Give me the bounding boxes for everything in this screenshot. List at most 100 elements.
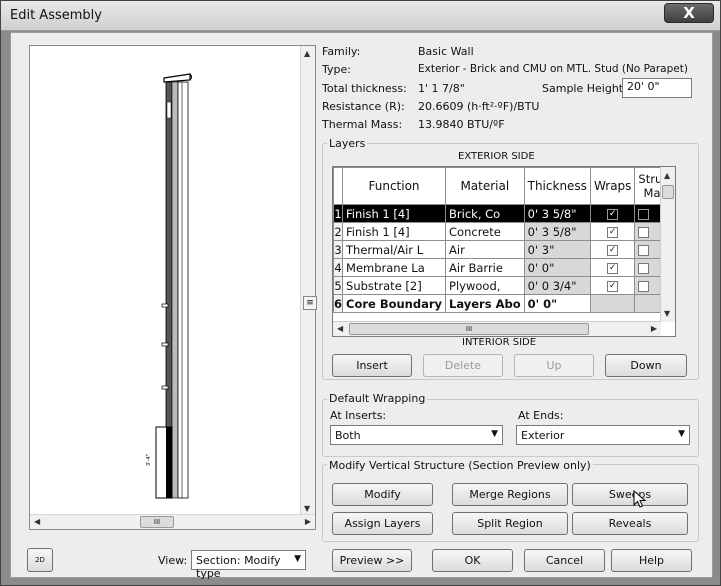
row-number-header bbox=[333, 167, 344, 205]
layer-material-cell[interactable]: Plywood, bbox=[445, 276, 525, 295]
sweeps-button[interactable]: Sweeps bbox=[572, 483, 688, 506]
dropdown-arrow-icon: ▼ bbox=[491, 429, 498, 439]
total-thickness-value: 1' 1 7/8" bbox=[418, 82, 465, 95]
layer-function-cell[interactable]: Thermal/Air L bbox=[342, 240, 447, 259]
structural-material-checkbox[interactable] bbox=[638, 280, 650, 292]
zoom-2d-icon[interactable]: 2D bbox=[27, 548, 53, 572]
layer-material-cell[interactable]: Air bbox=[445, 240, 525, 259]
dialog-title: Edit Assembly bbox=[10, 8, 102, 23]
view-dropdown[interactable]: Section: Modify type ▼ bbox=[191, 550, 306, 580]
layer-thickness-cell[interactable]: 0' 0" bbox=[523, 258, 591, 277]
thermal-mass-value: 13.9840 BTU/ºF bbox=[418, 118, 505, 131]
layer-thickness-cell[interactable]: 0' 3 5/8" bbox=[523, 204, 591, 223]
section-preview-pane[interactable]: 3'-4" ▲ ▼ ◀ III ▶ bbox=[29, 45, 316, 530]
scroll-left-arrow-icon[interactable]: ◀ bbox=[337, 324, 343, 333]
layer-wraps-cell[interactable]: ✓ bbox=[589, 222, 636, 241]
layer-function-cell[interactable]: Finish 1 [4] bbox=[342, 204, 447, 223]
wraps-checkbox[interactable]: ✓ bbox=[607, 208, 619, 220]
reveals-button[interactable]: Reveals bbox=[572, 512, 688, 535]
resistance-label: Resistance (R): bbox=[322, 100, 405, 113]
layer-row-number[interactable]: 4 bbox=[333, 258, 344, 277]
structural-material-checkbox[interactable] bbox=[638, 244, 650, 256]
close-button[interactable]: X bbox=[664, 3, 714, 23]
layer-function-cell[interactable]: Membrane La bbox=[342, 258, 447, 277]
layer-thickness-cell[interactable]: 0' 3 5/8" bbox=[523, 222, 591, 241]
wraps-checkbox[interactable]: ✓ bbox=[607, 280, 619, 292]
scroll-down-arrow-icon[interactable]: ▼ bbox=[664, 309, 670, 318]
preview-toggle-button[interactable]: Preview >> bbox=[332, 549, 412, 572]
table-row[interactable]: 3 Thermal/Air L Air 0' 3" ✓ bbox=[333, 240, 675, 259]
layer-row-number[interactable]: 3 bbox=[333, 240, 344, 259]
scroll-right-arrow-icon[interactable]: ▶ bbox=[651, 324, 657, 333]
layers-vertical-scrollbar[interactable]: ▲ ▼ bbox=[660, 167, 675, 322]
column-header-material[interactable]: Material bbox=[445, 167, 525, 205]
wraps-checkbox[interactable]: ✓ bbox=[607, 226, 619, 238]
table-row[interactable]: 5 Substrate [2] Plywood, 0' 0 3/4" ✓ bbox=[333, 276, 675, 295]
merge-regions-button[interactable]: Merge Regions bbox=[452, 483, 568, 506]
table-row[interactable]: 2 Finish 1 [4] Concrete 0' 3 5/8" ✓ bbox=[333, 222, 675, 241]
table-row[interactable]: 6 Core Boundary Layers Abo 0' 0" bbox=[333, 294, 675, 313]
modify-button[interactable]: Modify bbox=[332, 483, 433, 506]
layer-wraps-cell[interactable]: ✓ bbox=[589, 258, 636, 277]
layer-thickness-cell[interactable]: 0' 0" bbox=[523, 294, 591, 313]
layer-material-cell[interactable]: Layers Abo bbox=[445, 294, 525, 313]
layer-thickness-cell[interactable]: 0' 0 3/4" bbox=[523, 276, 591, 295]
scroll-up-arrow-icon[interactable]: ▲ bbox=[664, 171, 670, 180]
scroll-up-arrow-icon[interactable]: ▲ bbox=[304, 49, 310, 58]
layer-wraps-cell[interactable] bbox=[589, 294, 636, 313]
family-value: Basic Wall bbox=[418, 45, 474, 58]
layer-wraps-cell[interactable]: ✓ bbox=[589, 276, 636, 295]
scroll-down-arrow-icon[interactable]: ▼ bbox=[304, 504, 310, 513]
layers-table[interactable]: Function Material Thickness Wraps Struct… bbox=[332, 166, 676, 337]
sample-height-label: Sample Height: bbox=[542, 82, 627, 95]
delete-button[interactable]: Delete bbox=[423, 354, 503, 377]
assign-layers-button[interactable]: Assign Layers bbox=[332, 512, 433, 535]
layer-wraps-cell[interactable]: ✓ bbox=[589, 240, 636, 259]
svg-text:3'-4": 3'-4" bbox=[146, 454, 152, 466]
layer-function-cell[interactable]: Finish 1 [4] bbox=[342, 222, 447, 241]
layer-row-number[interactable]: 6 bbox=[333, 294, 344, 313]
at-inserts-dropdown[interactable]: Both ▼ bbox=[330, 425, 503, 445]
layer-wraps-cell[interactable]: ✓ bbox=[589, 204, 636, 223]
layers-horizontal-scrollbar[interactable]: ◀ III ▶ bbox=[333, 321, 661, 336]
table-row[interactable]: 4 Membrane La Air Barrie 0' 0" ✓ bbox=[333, 258, 675, 277]
layer-thickness-cell[interactable]: 0' 3" bbox=[523, 240, 591, 259]
column-header-thickness[interactable]: Thickness bbox=[523, 167, 591, 205]
layer-function-cell[interactable]: Substrate [2] bbox=[342, 276, 447, 295]
structural-material-checkbox[interactable] bbox=[638, 262, 650, 274]
preview-scroll-thumb[interactable]: III bbox=[140, 516, 174, 528]
layer-row-number[interactable]: 2 bbox=[333, 222, 344, 241]
help-button[interactable]: Help bbox=[611, 549, 692, 572]
layer-row-number[interactable]: 5 bbox=[333, 276, 344, 295]
up-button[interactable]: Up bbox=[514, 354, 594, 377]
column-header-function[interactable]: Function bbox=[342, 167, 447, 205]
wraps-checkbox[interactable]: ✓ bbox=[607, 244, 619, 256]
ok-button[interactable]: OK bbox=[432, 549, 513, 572]
interior-side-label: INTERIOR SIDE bbox=[462, 337, 537, 348]
layer-material-cell[interactable]: Brick, Co bbox=[445, 204, 525, 223]
insert-button[interactable]: Insert bbox=[332, 354, 412, 377]
layer-row-number[interactable]: 1 bbox=[333, 204, 344, 223]
at-ends-dropdown[interactable]: Exterior ▼ bbox=[516, 425, 690, 445]
cancel-button[interactable]: Cancel bbox=[524, 549, 605, 572]
edit-assembly-dialog: Edit Assembly X 3'-4" ▲ ▼ ◀ III ▶ ≡ Fami… bbox=[0, 0, 721, 586]
pane-splitter-grip-icon[interactable]: ≡ bbox=[303, 296, 317, 310]
layers-hscroll-thumb[interactable]: III bbox=[349, 323, 589, 335]
layer-function-cell[interactable]: Core Boundary bbox=[342, 294, 447, 313]
structural-material-checkbox[interactable] bbox=[638, 208, 650, 220]
column-header-wraps[interactable]: Wraps bbox=[589, 167, 636, 205]
layers-vscroll-thumb[interactable] bbox=[662, 185, 674, 199]
wraps-checkbox[interactable]: ✓ bbox=[607, 262, 619, 274]
layer-material-cell[interactable]: Air Barrie bbox=[445, 258, 525, 277]
sample-height-input[interactable]: 20' 0" bbox=[622, 78, 692, 98]
preview-horizontal-scrollbar[interactable]: ◀ III ▶ bbox=[30, 514, 315, 529]
preview-vertical-scrollbar[interactable]: ▲ ▼ bbox=[300, 46, 315, 516]
down-button[interactable]: Down bbox=[605, 354, 687, 377]
scroll-left-arrow-icon[interactable]: ◀ bbox=[34, 517, 40, 526]
scroll-right-arrow-icon[interactable]: ▶ bbox=[305, 517, 311, 526]
structural-material-checkbox[interactable] bbox=[638, 226, 650, 238]
split-region-button[interactable]: Split Region bbox=[452, 512, 568, 535]
layer-material-cell[interactable]: Concrete bbox=[445, 222, 525, 241]
wall-section-drawing: 3'-4" bbox=[146, 73, 192, 499]
table-row[interactable]: 1 Finish 1 [4] Brick, Co 0' 3 5/8" ✓ bbox=[333, 204, 675, 223]
